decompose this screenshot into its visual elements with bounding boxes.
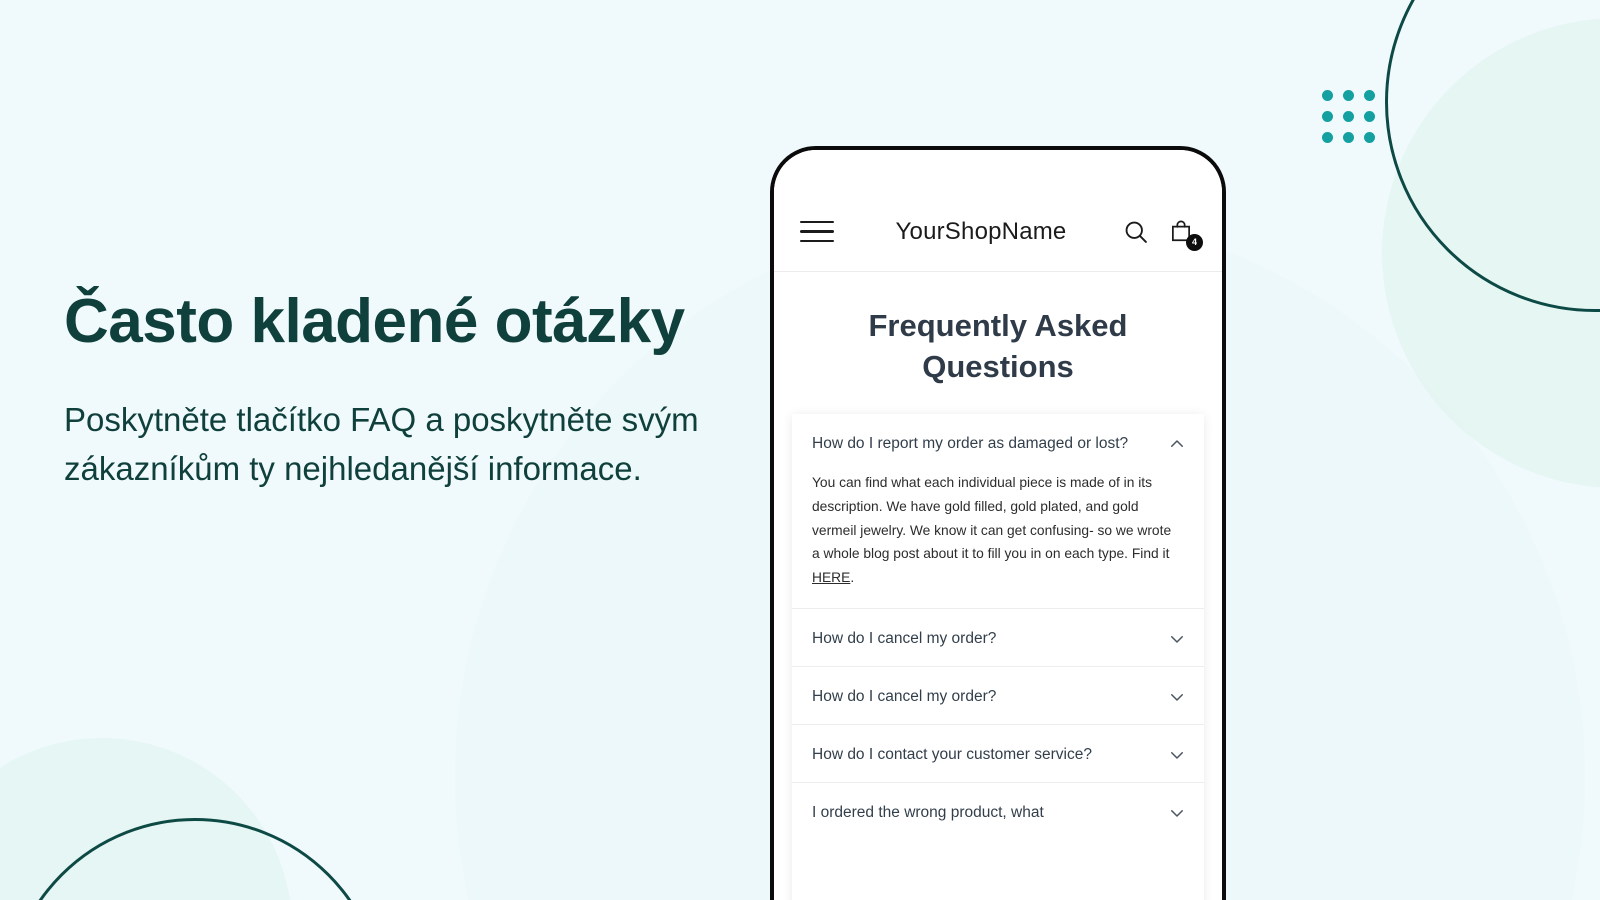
faq-item: How do I cancel my order? (792, 667, 1204, 726)
chevron-down-icon[interactable] (1168, 688, 1186, 706)
outline-ring-top-right-decoration (1385, 0, 1600, 312)
search-icon[interactable] (1122, 218, 1150, 246)
hero-copy-block: Často kladené otázky Poskytněte tlačítko… (64, 284, 744, 494)
grid-dot (1322, 132, 1333, 143)
faq-question: How do I cancel my order? (812, 629, 997, 647)
chevron-down-icon[interactable] (1168, 804, 1186, 822)
faq-item: How do I report my order as damaged or l… (792, 414, 1204, 609)
faq-item-header[interactable]: I ordered the wrong product, what (792, 783, 1204, 840)
phone-screen: YourShopName 4 Frequently Asked Question… (774, 150, 1222, 900)
page-title: Často kladené otázky (64, 287, 685, 356)
shopping-bag-icon[interactable]: 4 (1168, 218, 1203, 251)
faq-accordion: How do I report my order as damaged or l… (792, 413, 1204, 900)
faq-answer-link[interactable]: HERE (812, 570, 850, 585)
grid-dot (1322, 111, 1333, 122)
faq-answer-tail: . (850, 569, 855, 585)
grid-dot (1364, 132, 1375, 143)
hamburger-line (800, 230, 834, 233)
faq-answer: You can find what each individual piece … (792, 471, 1204, 608)
chevron-down-icon[interactable] (1168, 746, 1186, 764)
faq-page-heading: Frequently Asked Questions (868, 308, 1128, 384)
faq-item: I ordered the wrong product, what (792, 783, 1204, 840)
faq-item-header[interactable]: How do I cancel my order? (792, 609, 1204, 666)
faq-item: How do I cancel my order? (792, 609, 1204, 667)
faq-question: How do I contact your customer service? (812, 746, 1092, 764)
chevron-down-icon[interactable] (1168, 630, 1186, 648)
grid-dot (1364, 111, 1375, 122)
shop-name-label: YourShopName (895, 217, 1067, 245)
phone-mockup: YourShopName 4 Frequently Asked Question… (770, 146, 1226, 900)
app-bar: YourShopName 4 (774, 150, 1222, 272)
hamburger-line (800, 220, 834, 224)
faq-item-header[interactable]: How do I report my order as damaged or l… (792, 414, 1204, 471)
cart-badge: 4 (1186, 233, 1203, 251)
hero-subcopy: Poskytněte tlačítko FAQ a poskytněte svý… (64, 400, 699, 488)
app-bar-actions: 4 (1122, 218, 1203, 251)
chevron-up-icon[interactable] (1168, 435, 1186, 453)
grid-dot (1343, 90, 1354, 101)
hamburger-menu-icon[interactable] (800, 220, 834, 243)
hamburger-line (800, 239, 834, 243)
page-root: Často kladené otázky Poskytněte tlačítko… (0, 0, 1600, 900)
faq-question: I ordered the wrong product, what (812, 804, 1044, 822)
faq-item: How do I contact your customer service? (792, 725, 1204, 784)
grid-dot (1364, 90, 1375, 101)
grid-dot (1322, 90, 1333, 101)
grid-dot (1343, 132, 1354, 143)
faq-question: How do I cancel my order? (812, 687, 997, 705)
grid-dot (1343, 111, 1354, 122)
mint-circle-top-right-decoration (1382, 18, 1600, 488)
mint-circle-bottom-left-decoration (0, 738, 292, 900)
faq-item-header[interactable]: How do I contact your customer service? (792, 725, 1204, 782)
dot-grid-decoration (1322, 90, 1385, 153)
faq-item-header[interactable]: How do I cancel my order? (792, 667, 1204, 724)
outline-ring-bottom-left-decoration (5, 818, 385, 900)
faq-answer-text: You can find what each individual piece … (812, 475, 1172, 562)
faq-question: How do I report my order as damaged or l… (812, 434, 1129, 452)
